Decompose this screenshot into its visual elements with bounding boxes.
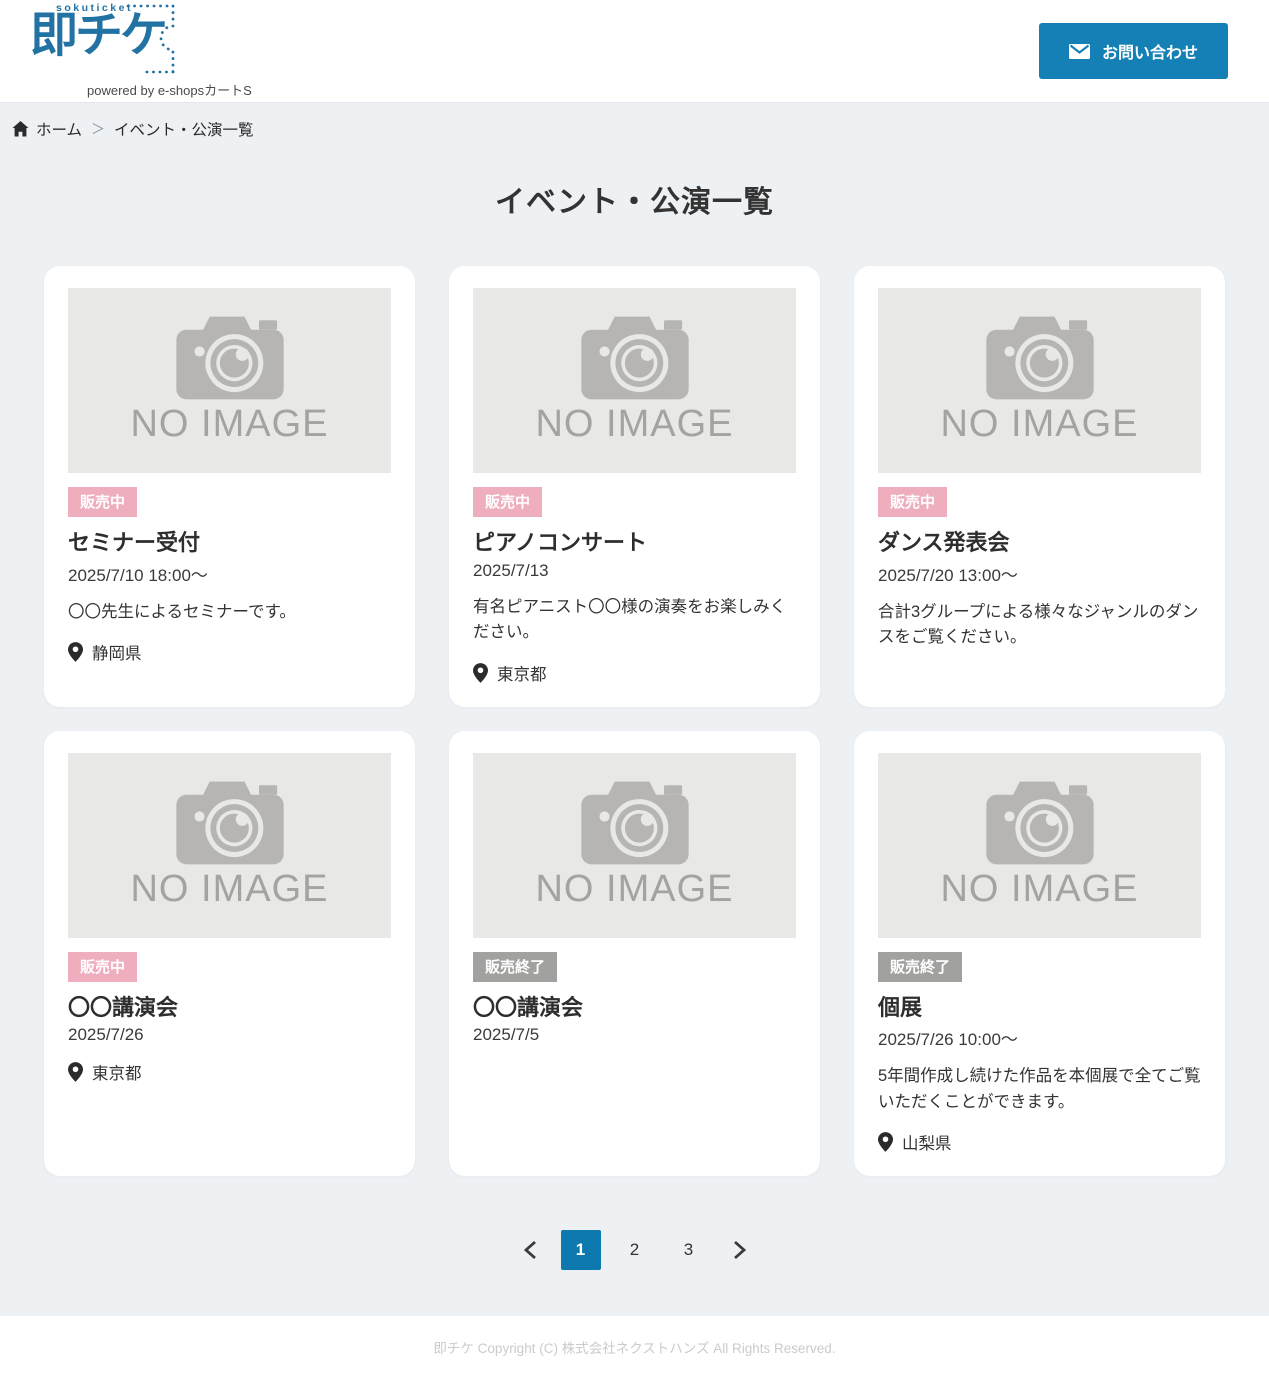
status-badge: 販売終了 [473, 952, 557, 982]
envelope-icon [1069, 44, 1090, 59]
pagination-next-button[interactable] [723, 1233, 757, 1267]
breadcrumb-home-label: ホーム [36, 118, 82, 140]
location-pin-icon [68, 1062, 83, 1082]
chevron-right-icon [732, 1239, 748, 1261]
no-image-label: NO IMAGE [940, 403, 1138, 446]
event-date: 2025/7/26 10:00〜 [878, 1025, 1201, 1050]
event-title: 個展 [878, 994, 1201, 1022]
status-badge: 販売中 [878, 487, 947, 517]
pagination-page-3[interactable]: 3 [669, 1230, 709, 1270]
pagination-prev-button[interactable] [513, 1233, 547, 1267]
event-date: 2025/7/10 18:00〜 [68, 561, 391, 586]
event-title: 〇〇講演会 [473, 994, 796, 1022]
event-title: 〇〇講演会 [68, 994, 391, 1022]
event-date: 2025/7/20 13:00〜 [878, 561, 1201, 586]
breadcrumb-separator: ＞ [91, 119, 105, 139]
event-card[interactable]: NO IMAGE 販売中 ダンス発表会 2025/7/20 13:00〜 合計3… [854, 266, 1225, 707]
event-location-label: 東京都 [92, 1060, 142, 1084]
event-description: 有名ピアニスト〇〇様の演奏をお楽しみください。 [473, 595, 796, 646]
breadcrumb: ホーム ＞ イベント・公演一覧 [0, 103, 1269, 150]
event-description: 〇〇先生によるセミナーです。 [68, 600, 391, 626]
event-card-grid: NO IMAGE 販売中 セミナー受付 2025/7/10 18:00〜 〇〇先… [0, 266, 1269, 1176]
page-title: イベント・公演一覧 [0, 177, 1269, 221]
camera-icon [172, 780, 288, 866]
event-card[interactable]: NO IMAGE 販売終了 個展 2025/7/26 10:00〜 5年間作成し… [854, 731, 1225, 1177]
event-title: セミナー受付 [68, 529, 391, 557]
event-location: 東京都 [68, 1060, 391, 1084]
pagination: 1 2 3 [0, 1230, 1269, 1270]
event-description: 5年間作成し続けた作品を本個展で全てご覧いただくことができます。 [878, 1064, 1201, 1115]
no-image-label: NO IMAGE [940, 868, 1138, 911]
event-card[interactable]: NO IMAGE 販売中 ピアノコンサート 2025/7/13 有名ピアニスト〇… [449, 266, 820, 707]
site-logo[interactable]: sokuticket 即チケ powered by e-shopsカートS [30, 3, 252, 99]
no-image-label: NO IMAGE [130, 868, 328, 911]
location-pin-icon [68, 642, 83, 662]
event-date: 2025/7/5 [473, 1025, 796, 1045]
no-image-placeholder: NO IMAGE [878, 288, 1201, 473]
event-location: 静岡県 [68, 640, 391, 664]
status-badge: 販売中 [68, 487, 137, 517]
no-image-placeholder: NO IMAGE [68, 288, 391, 473]
camera-icon [982, 780, 1098, 866]
home-icon [12, 121, 29, 137]
event-location: 山梨県 [878, 1130, 1201, 1154]
header: sokuticket 即チケ powered by e-shopsカートS お問… [0, 0, 1269, 103]
event-card[interactable]: NO IMAGE 販売中 〇〇講演会 2025/7/26 東京都 [44, 731, 415, 1177]
breadcrumb-current: イベント・公演一覧 [114, 118, 254, 140]
location-pin-icon [878, 1132, 893, 1152]
camera-icon [577, 315, 693, 401]
event-date: 2025/7/13 [473, 561, 796, 581]
event-title: ピアノコンサート [473, 529, 796, 557]
no-image-placeholder: NO IMAGE [878, 753, 1201, 938]
event-location: 東京都 [473, 661, 796, 685]
no-image-label: NO IMAGE [535, 868, 733, 911]
camera-icon [982, 315, 1098, 401]
event-location-label: 山梨県 [902, 1130, 952, 1154]
logo-powered-by: powered by e-shopsカートS [87, 80, 252, 99]
event-date: 2025/7/26 [68, 1025, 391, 1045]
footer: 即チケ Copyright (C) 株式会社ネクストハンズ All Rights… [0, 1316, 1269, 1392]
event-card[interactable]: NO IMAGE 販売終了 〇〇講演会 2025/7/5 [449, 731, 820, 1177]
no-image-placeholder: NO IMAGE [473, 753, 796, 938]
pagination-page-2[interactable]: 2 [615, 1230, 655, 1270]
no-image-placeholder: NO IMAGE [68, 753, 391, 938]
event-location-label: 東京都 [497, 661, 547, 685]
contact-button-label: お問い合わせ [1102, 39, 1198, 63]
no-image-label: NO IMAGE [130, 403, 328, 446]
status-badge: 販売終了 [878, 952, 962, 982]
event-description: 合計3グループによる様々なジャンルのダンスをご覧ください。 [878, 600, 1201, 651]
event-title: ダンス発表会 [878, 529, 1201, 557]
breadcrumb-home-link[interactable]: ホーム [12, 118, 82, 140]
status-badge: 販売中 [473, 487, 542, 517]
no-image-label: NO IMAGE [535, 403, 733, 446]
event-location-label: 静岡県 [92, 640, 142, 664]
event-card[interactable]: NO IMAGE 販売中 セミナー受付 2025/7/10 18:00〜 〇〇先… [44, 266, 415, 707]
location-pin-icon [473, 663, 488, 683]
logo-brand-jp: 即チケ [30, 12, 165, 60]
chevron-left-icon [522, 1239, 538, 1261]
camera-icon [577, 780, 693, 866]
status-badge: 販売中 [68, 952, 137, 982]
no-image-placeholder: NO IMAGE [473, 288, 796, 473]
contact-button[interactable]: お問い合わせ [1039, 23, 1228, 79]
pagination-page-1[interactable]: 1 [561, 1230, 601, 1270]
copyright-text: 即チケ Copyright (C) 株式会社ネクストハンズ All Rights… [0, 1337, 1269, 1357]
camera-icon [172, 315, 288, 401]
